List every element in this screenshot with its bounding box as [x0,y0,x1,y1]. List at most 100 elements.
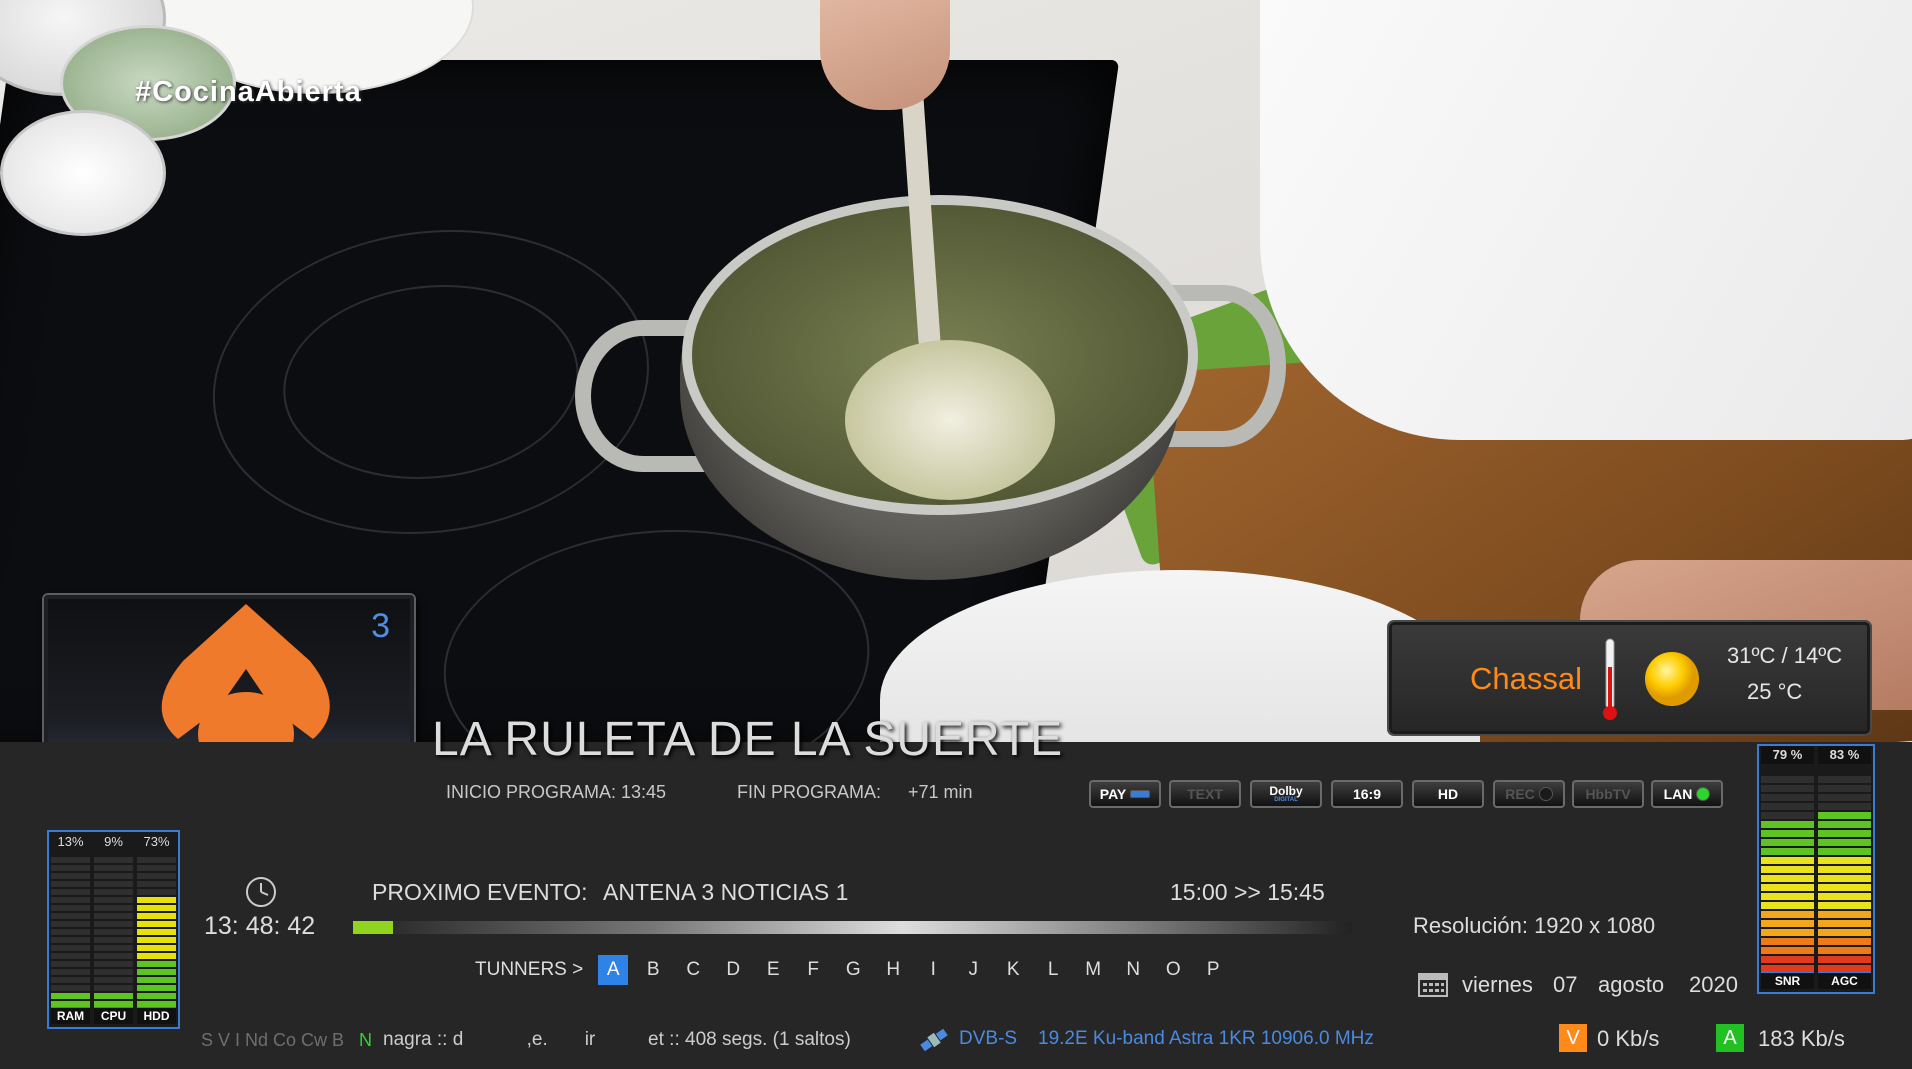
flag-label: HD [1437,786,1459,802]
meter-segment [94,961,133,967]
meter-segment [1761,794,1814,801]
meter-segment [1761,929,1814,936]
meter-segment [51,993,90,999]
meter-bar [94,854,133,1007]
tuner-p[interactable]: P [1193,955,1233,985]
meter-segment [137,985,176,991]
flag-label: HbbTV [1585,786,1631,802]
tuner-m[interactable]: M [1073,955,1113,985]
weather-widget: Chassal 31ºC / 14ºC 25 °C [1389,622,1870,734]
meter-name: SNR [1761,972,1814,989]
tuners-label: TUNNERS > [475,959,584,980]
tuner-l[interactable]: L [1033,955,1073,985]
date-num: 07 [1553,972,1578,997]
thermometer-icon [1603,638,1617,720]
meter-segment [51,857,90,863]
flag-label: TEXT [1187,786,1223,802]
meter-name: RAM [51,1007,90,1024]
meter-segment [1818,866,1871,873]
meter-value: 83 % [1818,746,1871,764]
meter-segment [1761,902,1814,909]
program-title: LA RULETA DE LA SUERTE [432,713,1064,766]
meter-segment [1818,830,1871,837]
meter-segment [94,977,133,983]
tuner-d[interactable]: D [713,955,753,985]
meter-segment [1761,965,1814,972]
meter-segment [51,977,90,983]
date-year: 2020 [1689,972,1738,997]
meter-segment [1818,893,1871,900]
meter-segment [1818,821,1871,828]
meter-segment [1761,947,1814,954]
flag-label: REC [1505,786,1535,802]
meter-segment [1761,938,1814,945]
tuner-n[interactable]: N [1113,955,1153,985]
chef-hand [820,0,950,110]
meter-segment [1818,965,1871,972]
meter-segment [1818,794,1871,801]
meter-segment [137,961,176,967]
meter-segment [1761,884,1814,891]
meter-segment [137,977,176,983]
meter-bar [51,854,90,1007]
meter-value: 13% [57,834,84,849]
tuner-i[interactable]: I [913,955,953,985]
signal-meters: 79 % SNR 83 % AGC [1757,744,1875,994]
flag-label: LAN [1663,786,1693,802]
meter-bar [1761,766,1814,972]
meter-segment [1818,947,1871,954]
meter-segment [51,897,90,903]
audio-bitrate: 183 Kb/s [1758,1026,1845,1051]
tuner-b[interactable]: B [633,955,673,985]
tuner-o[interactable]: O [1153,955,1193,985]
meter-segment [1818,839,1871,846]
meter-segment [51,929,90,935]
meter-segment [1761,821,1814,828]
audio-bitrate-badge: A [1716,1024,1744,1052]
meter-segment [1818,785,1871,792]
flag-label: 16:9 [1352,786,1382,802]
meter-segment [1761,839,1814,846]
meter-segment [1818,938,1871,945]
meter-segment [51,985,90,991]
tuner-f[interactable]: F [793,955,833,985]
tuner-e[interactable]: E [753,955,793,985]
meter-segment [137,969,176,975]
meter-segment [1761,848,1814,855]
meter-segment [137,881,176,887]
meter-segment [94,889,133,895]
meter-segment [94,905,133,911]
dvb-system: DVB-S [959,1028,1018,1049]
meter-segment [94,881,133,887]
meter-segment [1818,902,1871,909]
tuner-g[interactable]: G [833,955,873,985]
meter-segment [1818,875,1871,882]
satellite-icon [920,1028,948,1052]
meter-segment [94,953,133,959]
meter-segment [137,953,176,959]
meter-segment [1818,776,1871,783]
meter-segment [1818,857,1871,864]
tuner-k[interactable]: K [993,955,1033,985]
tuner-a[interactable]: A [598,955,629,985]
tuner-h[interactable]: H [873,955,913,985]
meter-segment [1761,857,1814,864]
tuner-j[interactable]: J [953,955,993,985]
flag-text: TEXT [1169,780,1241,808]
meter-name: AGC [1818,972,1871,989]
meter-segment [1761,785,1814,792]
video-bitrate-badge: V [1559,1024,1587,1052]
meter-segment [1761,893,1814,900]
tuner-c[interactable]: C [673,955,713,985]
meter-segment [51,937,90,943]
next-event-title: ANTENA 3 NOTICIAS 1 [603,879,849,905]
meter-segment [1818,803,1871,810]
meter-segment [137,897,176,903]
weather-city: Chassal [1470,661,1582,696]
program-end-label: FIN PROGRAMA: [737,782,882,802]
ecm-flags: S V I Nd Co Cw B [201,1030,345,1050]
weather-range: 31ºC / 14ºC [1727,643,1843,668]
meter-segment [1761,812,1814,819]
meter-segment [1818,812,1871,819]
meter-segment [1818,956,1871,963]
